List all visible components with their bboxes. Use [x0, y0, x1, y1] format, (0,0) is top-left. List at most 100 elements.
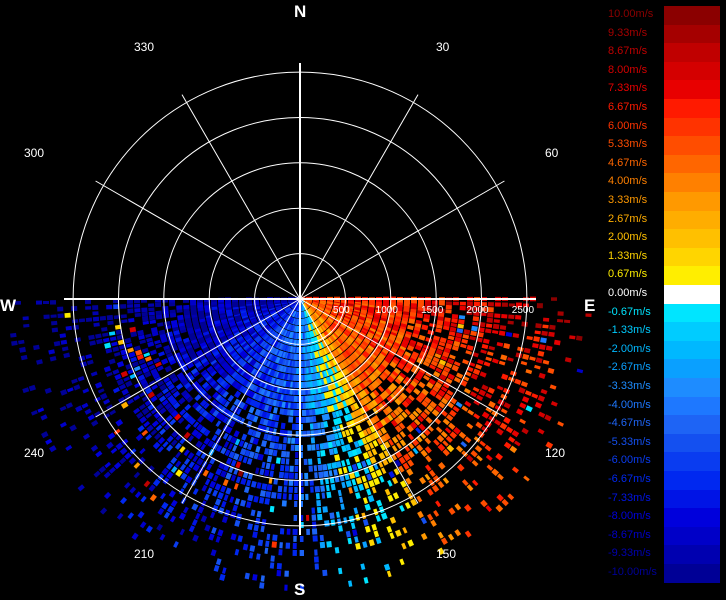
velocity-bin	[44, 387, 52, 394]
compass-west-label: W	[0, 296, 17, 315]
velocity-bin	[496, 385, 504, 391]
range-tick-label: 2500	[512, 305, 535, 316]
velocity-bin	[501, 373, 509, 381]
velocity-bin	[71, 319, 79, 324]
velocity-bin	[323, 470, 329, 478]
legend-swatch	[664, 173, 720, 192]
velocity-bin	[139, 521, 147, 529]
legend-label: 2.67m/s	[608, 212, 648, 225]
legend-row: 5.33m/s	[604, 136, 726, 155]
velocity-bin	[479, 440, 486, 447]
velocity-bin	[437, 480, 445, 489]
velocity-bin	[166, 444, 174, 452]
velocity-bin	[293, 514, 298, 522]
velocity-bin	[191, 503, 199, 511]
velocity-bin	[273, 406, 278, 414]
velocity-bin	[386, 570, 392, 578]
velocity-bin	[94, 381, 103, 389]
velocity-bin	[227, 394, 235, 402]
velocity-bin	[123, 376, 130, 382]
velocity-bin	[314, 563, 319, 570]
velocity-bin	[538, 372, 546, 379]
velocity-bin	[495, 452, 504, 461]
velocity-bin	[470, 450, 478, 458]
velocity-bin	[60, 389, 68, 396]
velocity-bin	[139, 447, 146, 455]
velocity-bin	[106, 314, 114, 321]
velocity-bin	[235, 461, 242, 469]
velocity-bin	[356, 462, 363, 470]
velocity-bin	[203, 493, 210, 501]
velocity-bin	[242, 543, 249, 551]
velocity-bin	[548, 331, 555, 337]
velocity-bin	[276, 570, 282, 577]
velocity-bin	[129, 486, 137, 494]
velocity-bin	[563, 319, 571, 324]
azimuth-spoke	[95, 180, 301, 300]
velocity-bin	[339, 496, 344, 504]
velocity-bin	[329, 512, 335, 519]
legend-swatch	[664, 117, 720, 137]
velocity-bin	[330, 519, 336, 526]
velocity-bin	[325, 484, 330, 492]
velocity-bin	[219, 573, 226, 581]
velocity-bin	[341, 460, 346, 467]
velocity-bin	[488, 400, 496, 409]
velocity-bin	[145, 333, 152, 338]
velocity-bin	[535, 323, 542, 329]
legend-label: 4.67m/s	[608, 156, 648, 169]
velocity-bin	[133, 471, 141, 479]
velocity-bin	[383, 563, 391, 571]
legend-swatch	[664, 359, 720, 378]
legend-row: -4.00m/s	[604, 396, 726, 416]
velocity-bin	[278, 549, 283, 556]
velocity-bin	[103, 471, 111, 479]
velocity-bin	[260, 575, 265, 582]
velocity-bin	[406, 468, 414, 476]
velocity-bin	[225, 457, 233, 465]
legend-swatch	[664, 508, 720, 527]
velocity-bin	[134, 491, 142, 499]
velocity-bin	[78, 318, 86, 323]
velocity-bin	[305, 416, 310, 423]
velocity-bin	[265, 462, 271, 470]
velocity-bin	[291, 423, 296, 430]
velocity-bin	[103, 398, 111, 405]
velocity-bin	[330, 483, 336, 491]
velocity-bin	[244, 572, 250, 580]
velocity-bin	[450, 322, 458, 328]
velocity-bin	[466, 422, 474, 430]
velocity-bin	[230, 459, 237, 467]
velocity-bin	[493, 319, 500, 324]
velocity-bin	[119, 457, 127, 465]
velocity-bin	[275, 457, 281, 464]
velocity-bin	[430, 519, 437, 527]
legend-swatch	[664, 247, 720, 267]
velocity-bin	[53, 340, 61, 347]
legend-swatch	[664, 136, 720, 155]
velocity-bin	[285, 451, 290, 458]
legend-row: 1.33m/s	[604, 247, 726, 267]
velocity-bin	[511, 429, 520, 438]
velocity-bin	[127, 347, 135, 353]
velocity-bin	[144, 356, 152, 362]
velocity-bin	[19, 346, 26, 353]
velocity-bin	[106, 441, 114, 450]
compass-east-label: E	[584, 296, 596, 315]
velocity-bin	[492, 323, 500, 330]
velocity-bin	[466, 484, 474, 492]
velocity-bin	[173, 541, 179, 548]
velocity-bin	[551, 297, 557, 301]
legend-swatch	[664, 564, 720, 583]
velocity-bin	[162, 313, 170, 319]
velocity-bin	[137, 510, 145, 519]
velocity-bin	[196, 457, 204, 466]
velocity-bin	[263, 469, 270, 477]
velocity-bin	[284, 570, 289, 577]
velocity-bin	[140, 495, 147, 503]
legend-label: -1.33m/s	[608, 324, 651, 337]
velocity-bin	[475, 421, 483, 429]
velocity-bin	[212, 489, 219, 497]
velocity-bin	[191, 518, 198, 527]
velocity-bin	[270, 463, 275, 471]
